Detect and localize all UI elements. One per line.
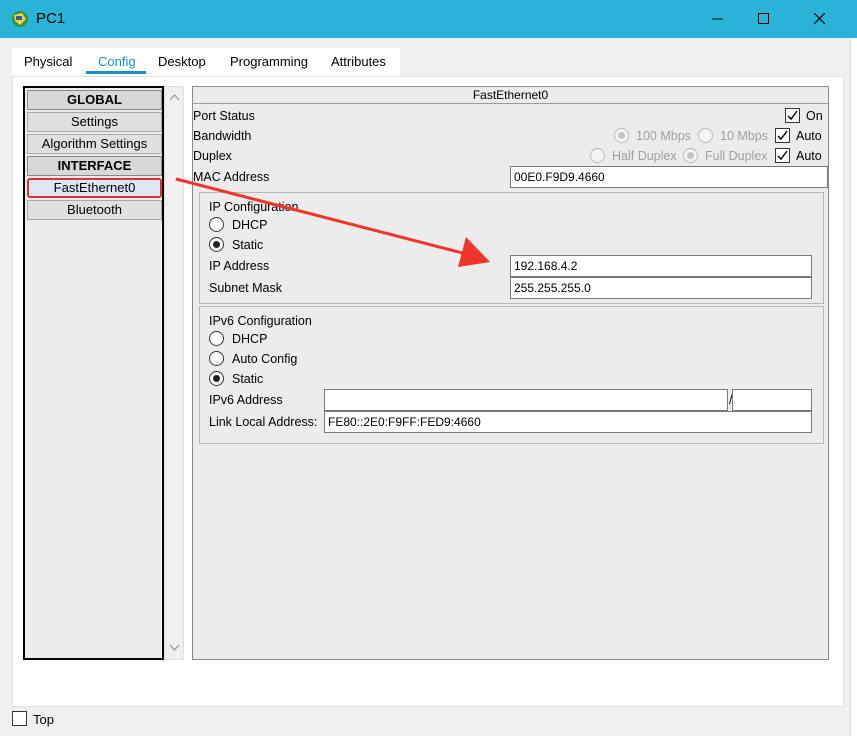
config-nav-list: GLOBAL Settings Algorithm Settings INTER…: [23, 86, 164, 660]
ipv6-address-field[interactable]: [324, 389, 728, 411]
half-duplex-radio[interactable]: [590, 148, 605, 163]
checkmark-icon: [777, 150, 788, 161]
scroll-up-icon[interactable]: [169, 93, 180, 101]
bandwidth-100-label: 100 Mbps: [636, 129, 691, 143]
background-window-strip: [850, 38, 857, 736]
always-on-top-label: Top: [33, 712, 54, 727]
bandwidth-auto-checkbox[interactable]: [775, 128, 790, 143]
ipv6-dhcp-radio[interactable]: [209, 331, 224, 346]
duplex-auto-label: Auto: [796, 149, 822, 163]
link-local-address-label: Link Local Address:: [209, 415, 318, 429]
ip-configuration-title: IP Configuration: [209, 200, 299, 214]
ipv6-static-radio[interactable]: [209, 371, 224, 386]
ipv4-dhcp-radio[interactable]: [209, 217, 224, 232]
half-duplex-label: Half Duplex: [612, 149, 677, 163]
ipv4-static-radio[interactable]: [209, 237, 224, 252]
tab-programming[interactable]: Programming: [230, 54, 308, 69]
maximize-icon: [758, 13, 769, 24]
tab-config[interactable]: Config: [98, 54, 136, 69]
nav-item-bluetooth[interactable]: Bluetooth: [27, 200, 162, 220]
full-duplex-radio[interactable]: [683, 148, 698, 163]
app-pc-icon: [12, 11, 28, 27]
title-bar: PC1: [0, 0, 857, 38]
panel-title: FastEthernet0: [192, 86, 829, 104]
duplex-auto-checkbox[interactable]: [775, 148, 790, 163]
ip-address-label: IP Address: [209, 259, 270, 273]
nav-item-algorithm-settings[interactable]: Algorithm Settings: [27, 134, 162, 154]
ipv6-address-label: IPv6 Address: [209, 393, 283, 407]
link-local-address-field[interactable]: FE80::2E0:F9FF:FED9:4660: [324, 411, 812, 433]
subnet-mask-field[interactable]: 255.255.255.0: [510, 277, 812, 299]
maximize-button[interactable]: [741, 0, 787, 38]
tab-strip: Physical Config Desktop Programming Attr…: [12, 48, 400, 76]
full-duplex-label: Full Duplex: [705, 149, 768, 163]
checkmark-icon: [777, 130, 788, 141]
ipv6-auto-config-label: Auto Config: [232, 352, 298, 366]
minimize-button[interactable]: [695, 0, 741, 38]
ipv6-dhcp-label: DHCP: [232, 332, 268, 346]
port-status-on-label: On: [806, 109, 823, 123]
checkmark-icon: [787, 110, 798, 121]
ipv6-prefix-field[interactable]: [732, 389, 812, 411]
tab-attributes[interactable]: Attributes: [331, 54, 386, 69]
ipv6-static-label: Static: [232, 372, 264, 386]
nav-item-fastethernet0[interactable]: FastEthernet0: [27, 178, 162, 198]
tab-desktop[interactable]: Desktop: [158, 54, 206, 69]
bandwidth-10-radio[interactable]: [698, 128, 713, 143]
duplex-label: Duplex: [193, 149, 232, 163]
ipv4-dhcp-label: DHCP: [232, 218, 268, 232]
nav-header-global: GLOBAL: [27, 90, 162, 110]
ip-address-field[interactable]: 192.168.4.2: [510, 255, 812, 277]
tab-physical[interactable]: Physical: [24, 54, 72, 69]
nav-header-interface: INTERFACE: [27, 156, 162, 176]
close-button[interactable]: [797, 0, 843, 38]
active-tab-indicator: [86, 71, 146, 74]
nav-scrollbar[interactable]: [164, 86, 184, 660]
nav-item-settings[interactable]: Settings: [27, 112, 162, 132]
window-title: PC1: [36, 10, 66, 27]
ipv4-static-label: Static: [232, 238, 264, 252]
bandwidth-100-radio[interactable]: [614, 128, 629, 143]
mac-address-label: MAC Address: [193, 170, 270, 184]
bandwidth-auto-label: Auto: [796, 129, 822, 143]
minimize-icon: [712, 18, 723, 20]
ipv6-auto-config-radio[interactable]: [209, 351, 224, 366]
port-status-on-checkbox[interactable]: [785, 108, 800, 123]
subnet-mask-label: Subnet Mask: [209, 281, 282, 295]
ipv6-configuration-title: IPv6 Configuration: [209, 314, 312, 328]
mac-address-field[interactable]: 00E0.F9D9.4660: [510, 166, 828, 188]
scroll-down-icon[interactable]: [169, 644, 180, 652]
close-icon: [814, 13, 826, 25]
bandwidth-label: Bandwidth: [193, 129, 252, 143]
port-status-label: Port Status: [193, 109, 255, 123]
always-on-top-checkbox[interactable]: [12, 711, 27, 726]
bandwidth-10-label: 10 Mbps: [720, 129, 768, 143]
